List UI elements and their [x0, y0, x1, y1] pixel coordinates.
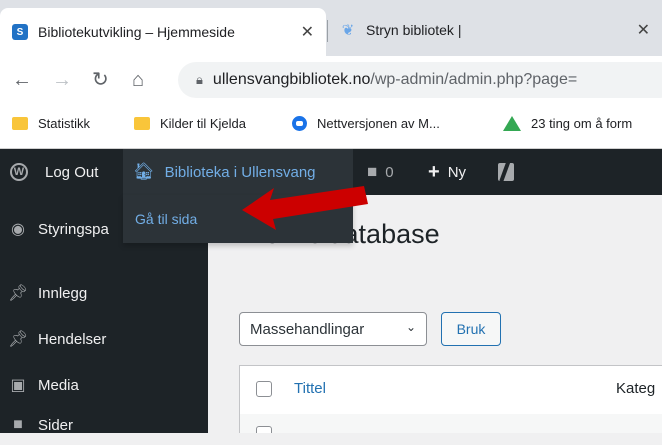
bookmark-nettversjonen[interactable]: Nettversjonen av M... — [292, 116, 440, 131]
select-all-checkbox[interactable] — [256, 381, 272, 397]
comments-button[interactable]: ■ 0 — [367, 149, 394, 195]
new-label: Ny — [447, 163, 467, 181]
visit-site-link[interactable]: Gå til sida — [135, 211, 197, 227]
folder-icon — [134, 117, 150, 130]
bookmarks-bar: Statistikk Kilder til Kjelda Nettversjon… — [0, 104, 662, 149]
url-text: ullensvangbibliotek.no/wp-admin/admin.ph… — [212, 71, 578, 88]
browser-toolbar: ← → ↻ ⌂ 🔒︎ ullensvangbibliotek.no/wp-adm… — [0, 56, 662, 104]
bookmark-23-ting[interactable]: 23 ting om å form — [503, 116, 632, 131]
drive-icon — [503, 116, 521, 131]
close-icon[interactable]: ✕ — [637, 20, 650, 40]
bookmark-label: Statistikk — [38, 116, 91, 131]
reload-icon[interactable]: ↻ — [92, 68, 109, 92]
sidebar-item-events[interactable]: 📌︎ Hendelser — [0, 319, 208, 359]
tab-bibliotekutvikling[interactable]: S Bibliotekutvikling – Hjemmeside ✕ — [0, 8, 326, 56]
sidebar-item-label: Hendelser — [38, 330, 107, 348]
back-icon[interactable]: ← — [12, 68, 32, 92]
sidebar-item-label: Innlegg — [38, 284, 88, 302]
home-icon[interactable]: ⌂ — [132, 68, 144, 92]
sidebar-item-label: Styringspa — [38, 220, 109, 238]
yoast-icon — [498, 163, 514, 181]
bookmark-label: Nettversjonen av M... — [317, 116, 440, 131]
sidebar-item-label: Media — [38, 376, 79, 394]
logout-link[interactable]: Log Out — [45, 149, 98, 195]
logout-label: Log Out — [45, 163, 99, 181]
address-bar[interactable]: 🔒︎ ullensvangbibliotek.no/wp-admin/admin… — [178, 62, 662, 98]
wordpress-icon: W — [10, 163, 28, 181]
tab-title: Bibliotekutvikling – Hjemmeside — [38, 24, 235, 40]
tab-title: Stryn bibliotek | — [366, 22, 462, 38]
book-icon: ❦ — [341, 22, 355, 39]
forward-icon[interactable]: → — [52, 68, 72, 92]
close-icon[interactable]: ✕ — [301, 22, 314, 42]
table-row — [239, 414, 662, 433]
bookmark-label: Kilder til Kjelda — [160, 116, 246, 131]
dashboard-icon: ◉ — [11, 221, 25, 238]
site-name-label: Biblioteka i Ullensvang — [164, 163, 316, 181]
yoast-button[interactable] — [498, 149, 514, 195]
bulk-actions-value: Massehandlingar — [250, 320, 365, 338]
browser-tab-strip: S Bibliotekutvikling – Hjemmeside ✕ ❦ St… — [0, 0, 662, 56]
pin-icon: 📌︎ — [8, 285, 29, 302]
new-content-button[interactable]: + Ny — [428, 149, 466, 195]
apply-button[interactable]: Bruk — [441, 312, 501, 346]
home-icon: 🏠︎ — [133, 162, 155, 181]
sidebar-item-posts[interactable]: 📌︎ Innlegg — [0, 273, 208, 313]
plus-icon: + — [428, 160, 440, 183]
wordpress-logo-button[interactable]: W — [10, 149, 28, 195]
sidebar-item-pages[interactable]: ■ Sider — [0, 405, 208, 445]
media-icon: ▣ — [10, 377, 26, 394]
row-checkbox[interactable] — [256, 426, 272, 433]
sharepoint-icon: S — [12, 24, 28, 40]
bulk-actions-select[interactable]: Massehandlingar ⌄ — [239, 312, 427, 346]
bookmark-kilder[interactable]: Kilder til Kjelda — [134, 116, 246, 131]
comments-count: 0 — [385, 163, 394, 181]
bookmark-statistikk[interactable]: Statistikk — [12, 116, 90, 131]
page-icon: ■ — [13, 416, 23, 433]
chevron-down-icon: ⌄ — [405, 320, 416, 334]
pin-icon: 📌︎ — [8, 331, 29, 348]
tab-stryn-bibliotek[interactable]: ❦ Stryn bibliotek | ✕ — [328, 10, 662, 50]
comment-bubble-icon: ■ — [367, 162, 378, 181]
table-header: Tittel Kateg — [239, 365, 662, 415]
sidebar-item-label: Sider — [38, 416, 74, 434]
lock-icon: 🔒︎ — [196, 72, 203, 87]
red-arrow-annotation — [242, 186, 368, 230]
column-title[interactable]: Tittel — [294, 380, 326, 397]
column-category[interactable]: Kateg — [616, 380, 655, 397]
sidebar-item-media[interactable]: ▣ Media — [0, 365, 208, 405]
bookmark-label: 23 ting om å form — [531, 116, 633, 131]
globe-icon — [292, 116, 307, 131]
folder-icon — [12, 117, 28, 130]
